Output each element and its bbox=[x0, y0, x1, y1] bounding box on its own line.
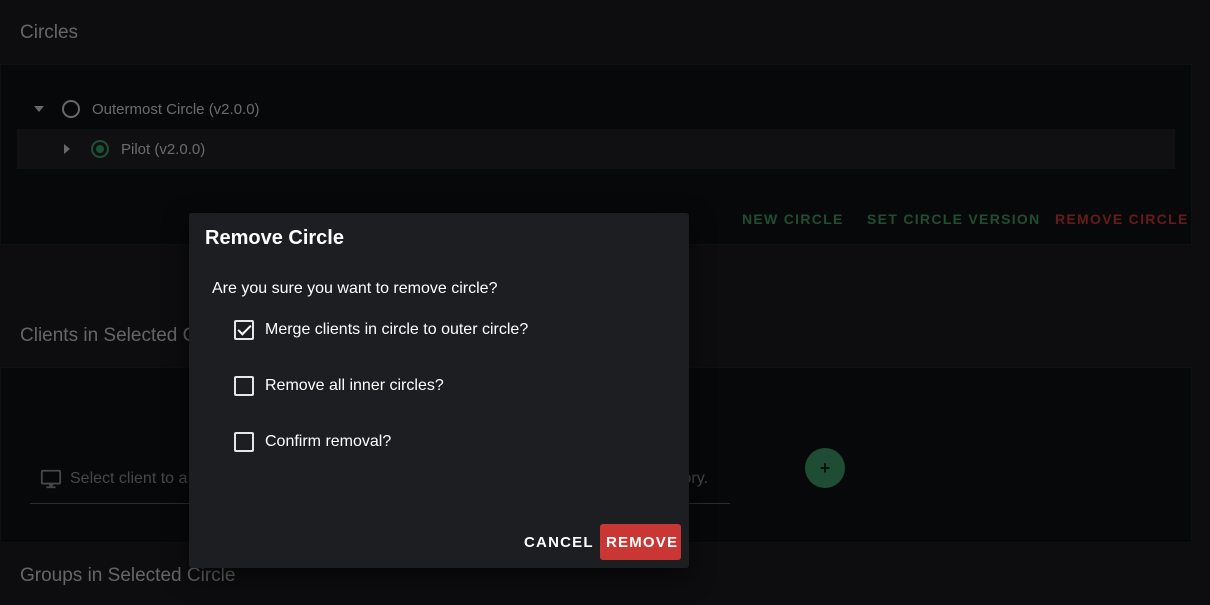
remove-button[interactable]: REMOVE bbox=[600, 524, 681, 560]
remove-circle-dialog: Remove Circle Are you sure you want to r… bbox=[189, 213, 689, 568]
confirm-removal-label: Confirm removal? bbox=[265, 433, 392, 450]
dialog-title: Remove Circle bbox=[205, 227, 344, 249]
dialog-question: Are you sure you want to remove circle? bbox=[212, 280, 498, 297]
remove-inner-circles-option[interactable]: Remove all inner circles? bbox=[234, 376, 444, 396]
merge-clients-label: Merge clients in circle to outer circle? bbox=[265, 321, 529, 338]
checkbox-checked-icon[interactable] bbox=[234, 320, 254, 340]
checkbox-icon[interactable] bbox=[234, 432, 254, 452]
cancel-button[interactable]: CANCEL bbox=[516, 524, 602, 560]
remove-inner-circles-label: Remove all inner circles? bbox=[265, 377, 444, 394]
checkbox-icon[interactable] bbox=[234, 376, 254, 396]
page: Circles Outermost Circle (v2.0.0) Pilot … bbox=[0, 0, 1210, 605]
merge-clients-option[interactable]: Merge clients in circle to outer circle? bbox=[234, 320, 528, 340]
confirm-removal-option[interactable]: Confirm removal? bbox=[234, 432, 391, 452]
